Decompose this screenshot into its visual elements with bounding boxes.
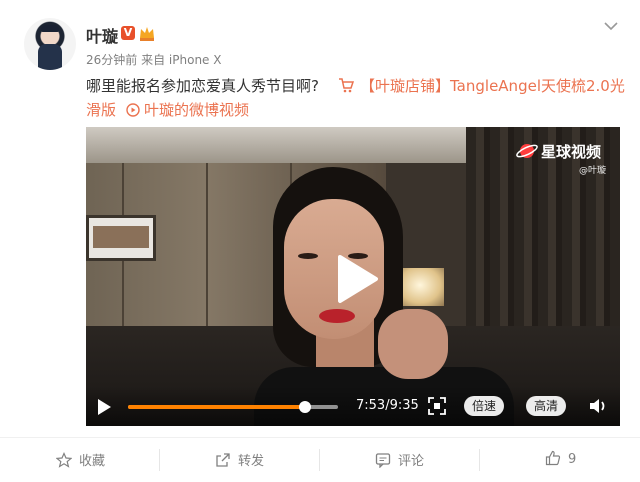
author-name[interactable]: 叶璇 bbox=[86, 23, 118, 47]
quality-button[interactable]: 高清 bbox=[526, 396, 567, 416]
repost-button[interactable]: 转发 bbox=[215, 450, 264, 470]
comment-button[interactable]: 评论 bbox=[375, 450, 424, 470]
like-count: 9 bbox=[568, 452, 577, 467]
video-scene-picture-frame bbox=[86, 215, 156, 261]
playback-speed-button[interactable]: 倍速 bbox=[464, 396, 505, 416]
divider bbox=[479, 449, 480, 471]
post-text: 哪里能报名参加恋爱真人秀节目啊? bbox=[86, 77, 319, 95]
divider bbox=[319, 449, 320, 471]
progress-bar-handle[interactable] bbox=[298, 401, 311, 413]
chevron-down-icon[interactable] bbox=[603, 18, 619, 34]
shop-link[interactable]: 【叶璇店铺】TangleAngel天使梳2.0光 bbox=[338, 75, 625, 96]
divider bbox=[159, 449, 160, 471]
post-action-bar: 收藏 转发 评论 9 bbox=[0, 437, 640, 482]
video-scene-lamp bbox=[396, 268, 444, 306]
repost-label: 转发 bbox=[238, 454, 265, 469]
crown-badge-icon bbox=[140, 27, 154, 41]
shop-link-text[interactable]: 【叶璇店铺】TangleAngel天使梳2.0光 bbox=[360, 77, 625, 95]
post-timestamp[interactable]: 26分钟前 bbox=[86, 53, 137, 67]
progress-bar-fill bbox=[128, 405, 305, 409]
comment-label: 评论 bbox=[398, 454, 425, 469]
video-watermark-logo: 星球视频 bbox=[516, 141, 601, 162]
play-button-icon[interactable] bbox=[96, 398, 112, 416]
comment-icon bbox=[375, 453, 391, 469]
video-scene-hand bbox=[378, 309, 448, 379]
verified-badge: V bbox=[121, 26, 135, 40]
video-player[interactable]: 星球视频 @叶璇 7:53/9:35 倍速 高清 bbox=[86, 127, 620, 426]
volume-icon[interactable] bbox=[589, 397, 609, 415]
video-watermark-subtext: @叶璇 bbox=[579, 166, 607, 176]
planet-logo-icon bbox=[516, 144, 538, 158]
thumbs-up-icon bbox=[545, 450, 561, 466]
video-time-display: 7:53/9:35 bbox=[356, 398, 419, 413]
author-avatar[interactable] bbox=[24, 18, 76, 70]
video-scene-eye bbox=[298, 253, 318, 259]
video-link[interactable]: 叶璇的微博视频 bbox=[144, 101, 249, 119]
video-play-circle-icon bbox=[126, 103, 140, 117]
avatar-cap-shape bbox=[41, 25, 59, 32]
video-watermark-text: 星球视频 bbox=[541, 143, 602, 161]
post-source: 来自 iPhone X bbox=[141, 53, 222, 67]
post-meta: 26分钟前 来自 iPhone X bbox=[86, 51, 221, 68]
favorite-button[interactable]: 收藏 bbox=[55, 450, 106, 470]
shop-link-continued[interactable]: 滑版 bbox=[86, 101, 116, 119]
favorite-label: 收藏 bbox=[79, 454, 106, 469]
share-icon bbox=[216, 453, 230, 467]
video-scene-lips bbox=[319, 309, 355, 323]
progress-bar[interactable] bbox=[128, 401, 338, 413]
star-icon bbox=[55, 452, 73, 468]
like-button[interactable]: 9 bbox=[545, 450, 576, 470]
avatar-uniform-shape bbox=[38, 44, 62, 70]
video-controls: 7:53/9:35 倍速 高清 bbox=[86, 386, 620, 426]
play-icon[interactable] bbox=[336, 253, 380, 305]
fullscreen-icon[interactable] bbox=[428, 397, 446, 415]
shopping-cart-icon bbox=[339, 78, 354, 93]
post-line-2: 滑版 叶璇的微博视频 bbox=[86, 99, 249, 120]
